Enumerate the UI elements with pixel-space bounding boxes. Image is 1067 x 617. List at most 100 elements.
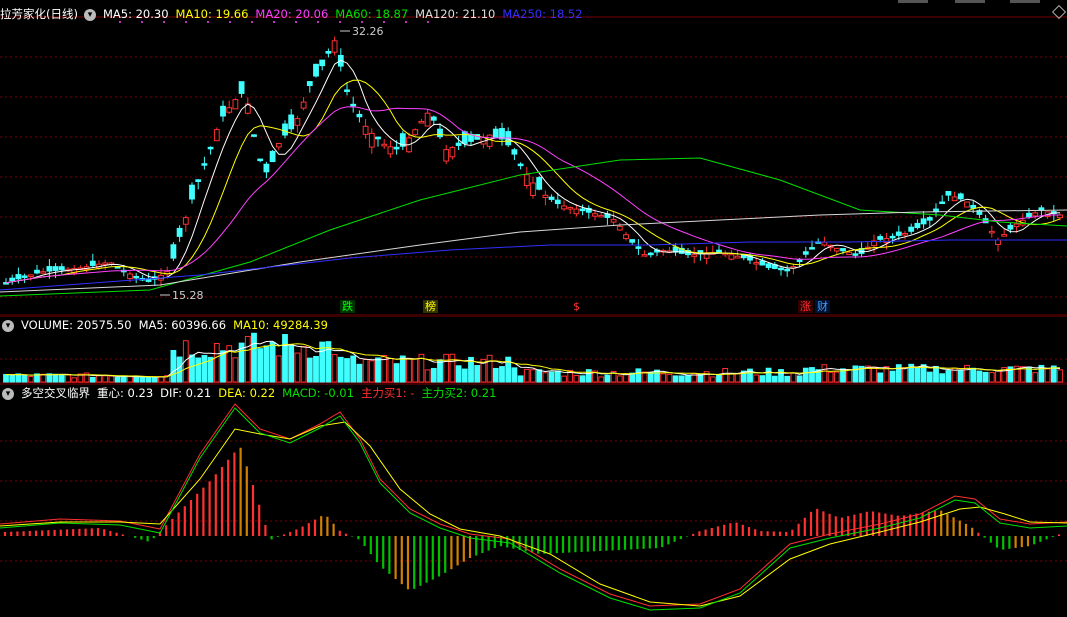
volume-bar — [672, 375, 679, 383]
candle-body — [970, 204, 977, 209]
candle-body — [951, 196, 958, 202]
candle-body — [840, 248, 846, 252]
candle-body — [846, 251, 853, 256]
volume-bar — [362, 358, 369, 383]
indicator-label: 多空交叉临界 — [21, 386, 90, 400]
candle-body — [1026, 212, 1032, 218]
volume-bar — [65, 374, 71, 383]
volume-bar — [988, 372, 995, 383]
volume-bar — [809, 367, 815, 383]
candle-body — [530, 182, 536, 196]
stock-name: 拉芳家化(日线) — [0, 7, 78, 21]
volume-bar — [288, 344, 295, 383]
candle-body — [393, 146, 400, 150]
price-panel[interactable]: 32.26 15.28 拉芳家化(日线) ▾ MA5: 20.30 MA10: 19.6… — [0, 0, 1067, 316]
candle-body — [883, 237, 890, 244]
volume-bar — [232, 357, 239, 383]
volume-bar — [697, 374, 704, 383]
candle-body — [784, 268, 791, 272]
candle-body — [691, 254, 698, 257]
volume-bar — [257, 348, 264, 383]
volume-bar — [579, 375, 586, 383]
candle-body — [15, 274, 22, 280]
ma-label: MA60: 18.87 — [335, 7, 409, 21]
collapse-icon[interactable]: ▾ — [83, 8, 96, 21]
volume-bar — [970, 367, 977, 383]
volume-bar — [195, 357, 202, 383]
indicator-label: 主力买1: - — [360, 386, 415, 400]
high-price-label: 32.26 — [352, 25, 384, 38]
volume-bar — [585, 369, 592, 383]
collapse-icon[interactable]: ▾ — [2, 319, 14, 332]
candle-body — [542, 194, 549, 199]
volume-bar — [517, 375, 524, 383]
volume-bar — [424, 369, 431, 383]
volume-bar — [685, 374, 691, 383]
volume-bar — [189, 354, 195, 383]
candle-body — [412, 129, 419, 136]
candle-body — [213, 129, 220, 142]
candle-body — [778, 267, 784, 271]
collapse-icon[interactable]: ▾ — [2, 387, 14, 400]
candle-body — [455, 142, 462, 146]
volume-bar — [852, 365, 859, 383]
dif-line — [0, 403, 1067, 607]
volume-bar — [703, 371, 710, 383]
candle-body — [728, 254, 735, 260]
macd-chart[interactable] — [0, 384, 1067, 617]
candle-body — [282, 123, 288, 136]
volume-bar — [995, 370, 1001, 383]
volume-bar — [833, 371, 840, 383]
candle-body — [616, 225, 623, 231]
candle-body — [852, 253, 859, 256]
volume-bar — [647, 371, 654, 383]
volume-bar — [399, 355, 406, 383]
volume-bar — [511, 367, 518, 383]
indicator-panel[interactable]: ▾ 多空交叉临界 重心: 0.23 DIF: 0.21 DEA: 0.22 MACD: -… — [0, 384, 1067, 617]
candle-body — [517, 163, 524, 167]
candle-body — [195, 179, 202, 182]
candle-body — [170, 244, 177, 259]
candle-body — [356, 113, 363, 118]
candle-body — [34, 269, 40, 274]
volume-bar — [213, 342, 220, 383]
dea-line — [0, 421, 1067, 607]
volume-bar — [523, 368, 530, 383]
candle-body — [40, 271, 47, 274]
candle-body — [350, 103, 357, 107]
volume-bar — [660, 373, 667, 383]
volume-bar — [635, 368, 642, 383]
volume-bar — [734, 372, 741, 383]
volume-bar — [443, 353, 450, 383]
volume-bar — [412, 358, 419, 383]
candle-body — [449, 147, 456, 158]
candle-body — [802, 251, 809, 255]
signal-label: 榜 — [423, 300, 438, 313]
volume-bar — [902, 367, 908, 383]
volume-bar — [350, 355, 357, 383]
candle-body — [610, 219, 617, 223]
candle-body — [548, 196, 555, 200]
volume-bar — [827, 371, 834, 383]
volume-bar — [623, 373, 629, 383]
candle-body — [189, 184, 195, 200]
candle-body — [443, 149, 450, 162]
candlestick-chart[interactable]: 32.26 15.28 — [0, 0, 1067, 316]
volume-bar — [846, 369, 853, 383]
volume-legend: ▾ VOLUME: 20575.50 MA5: 60396.66 MA10: 4928… — [0, 316, 1067, 334]
candle-body — [623, 234, 629, 240]
volume-bar — [982, 371, 989, 383]
volume-bar — [393, 363, 400, 383]
volume-bar — [957, 370, 964, 383]
volume-bar — [306, 357, 313, 383]
candle-body — [127, 273, 133, 280]
volume-bar — [108, 375, 115, 383]
volume-bar — [40, 373, 47, 383]
low-price-label: 15.28 — [172, 289, 204, 302]
candle-body — [554, 199, 561, 205]
volume-panel[interactable]: ▾ VOLUME: 20575.50 MA5: 60396.66 MA10: 4928… — [0, 316, 1067, 384]
candle-body — [536, 177, 543, 190]
candle-body — [375, 136, 381, 140]
volume-bar — [337, 356, 344, 383]
candle-body — [988, 230, 995, 234]
